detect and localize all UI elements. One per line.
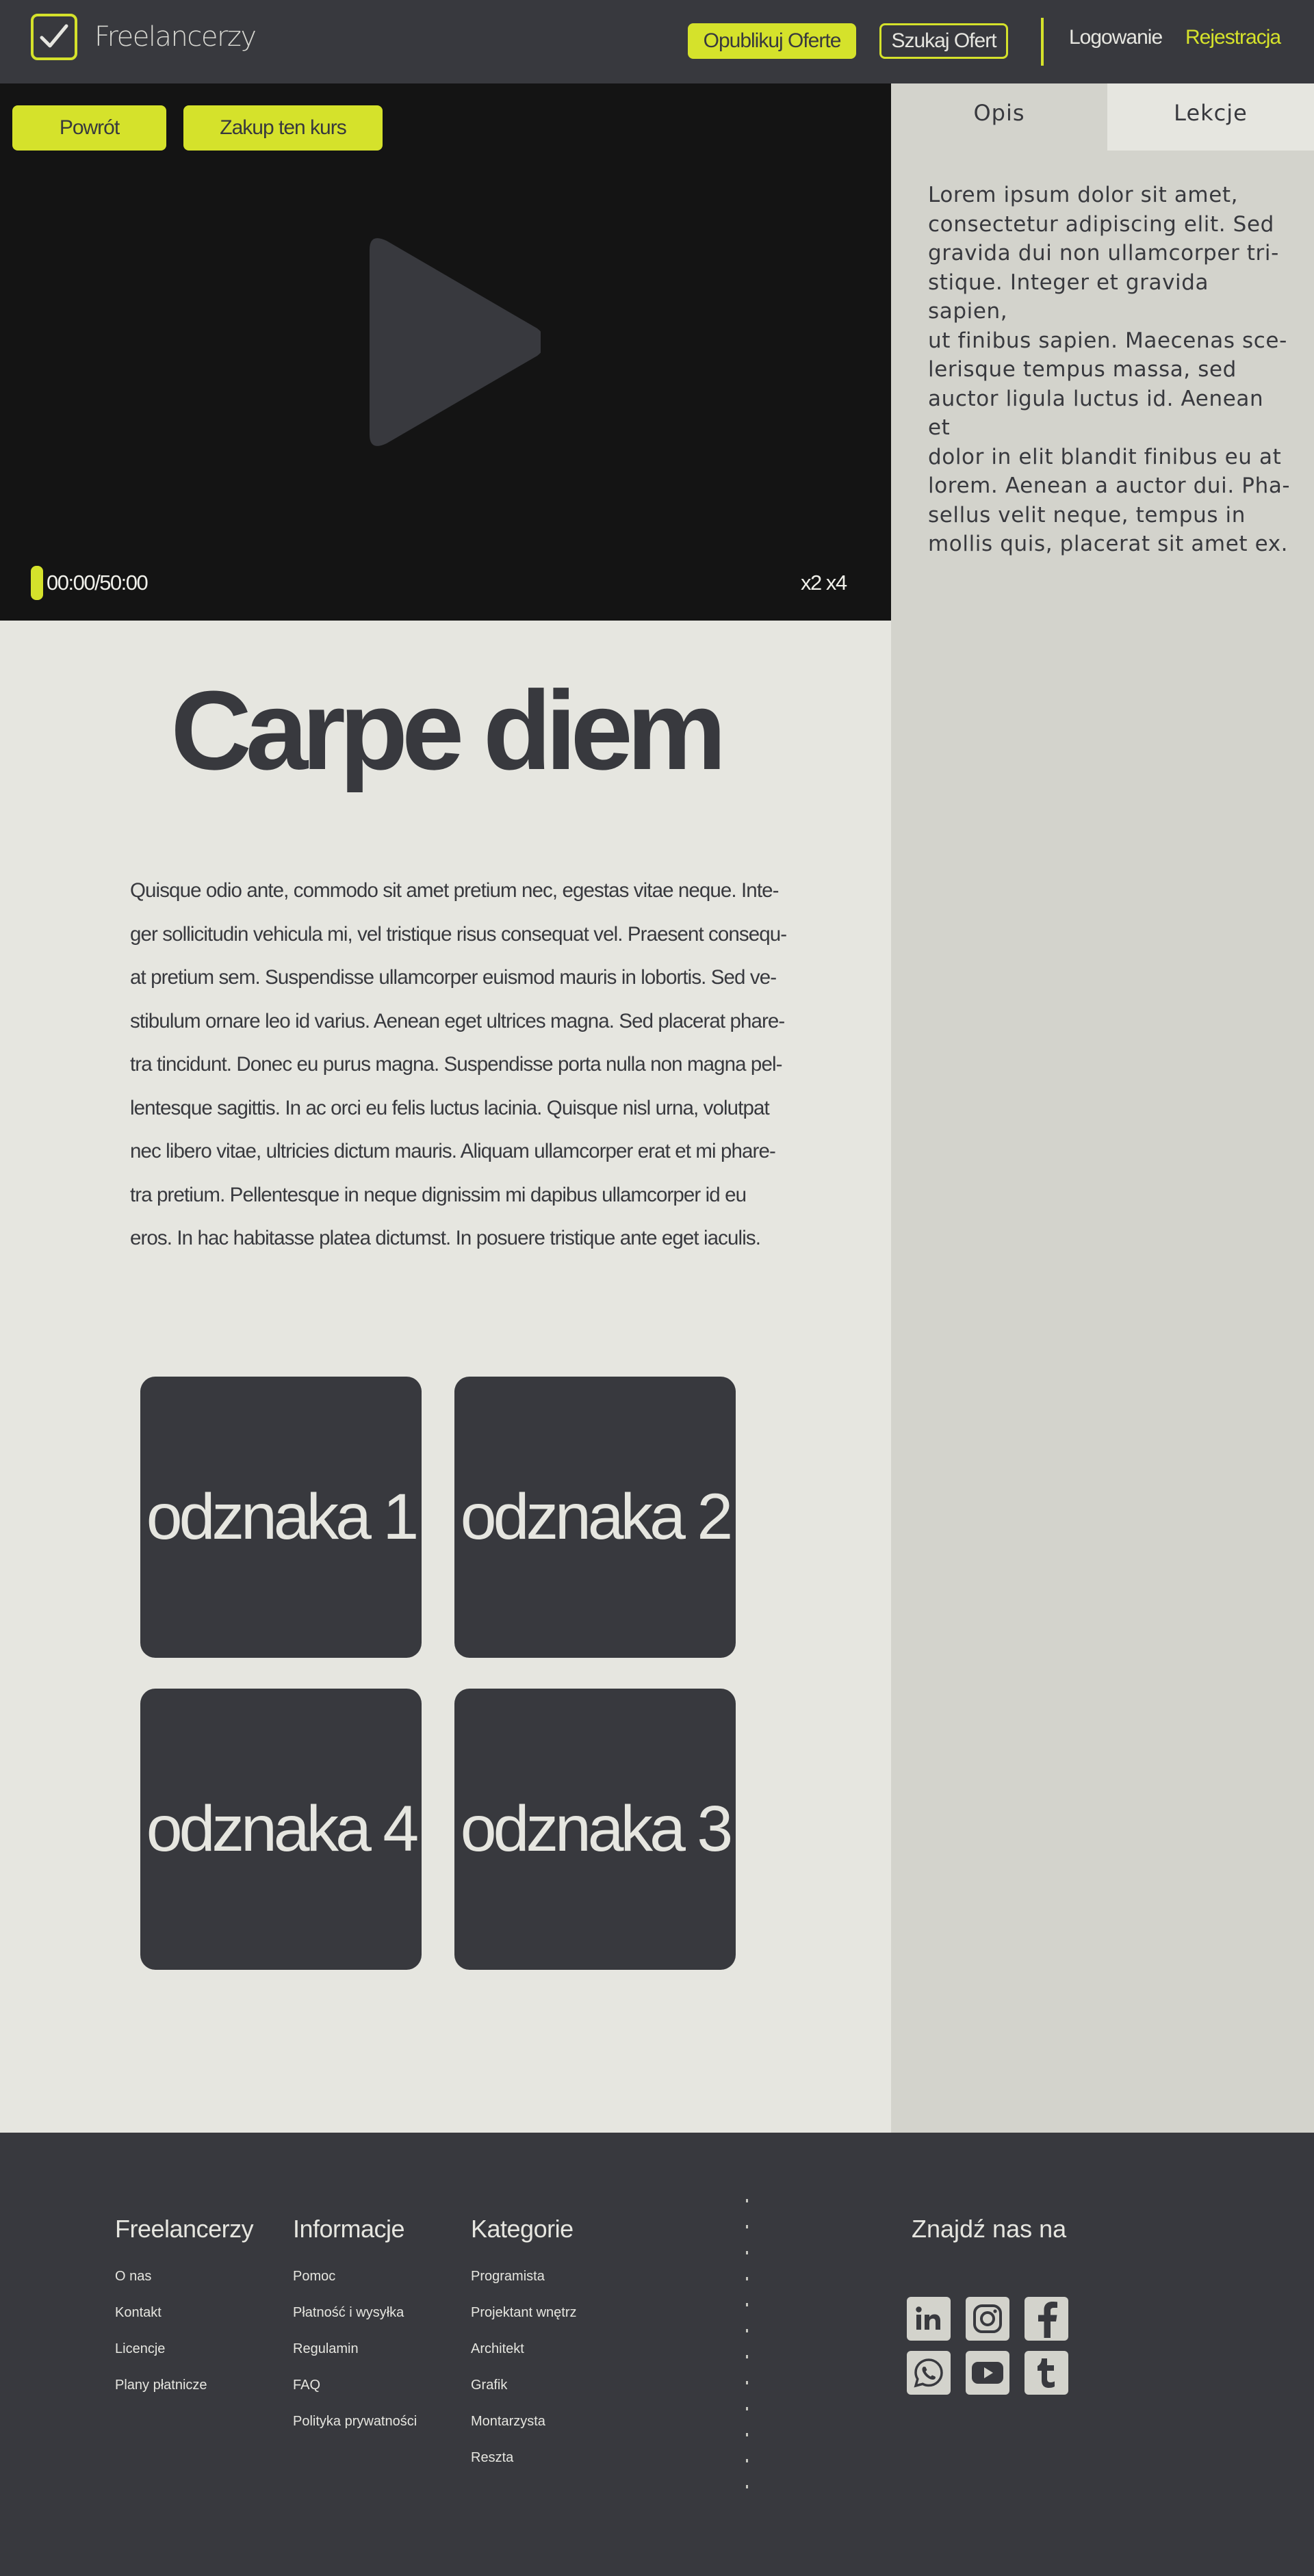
footer-link-interior-designer[interactable]: Projektant wnętrz bbox=[471, 2295, 577, 2331]
tab-description[interactable]: Opis bbox=[891, 83, 1107, 151]
footer-link-contact[interactable]: Kontakt bbox=[115, 2295, 253, 2331]
course-sidebar: Opis Lekcje Lorem ipsum dolor sit amet, … bbox=[891, 83, 1314, 2133]
footer-link-privacy[interactable]: Polityka prywatności bbox=[293, 2404, 417, 2440]
back-button[interactable]: Powrót bbox=[12, 105, 166, 151]
video-player[interactable]: Powrót Zakup ten kurs 00:00/50:00 x2 x4 bbox=[0, 83, 891, 621]
find-us-heading: Znajdź nas na bbox=[912, 2215, 1067, 2243]
footer-link-programmer[interactable]: Programista bbox=[471, 2259, 577, 2295]
youtube-icon[interactable] bbox=[966, 2351, 1009, 2395]
footer-link-about[interactable]: O nas bbox=[115, 2259, 253, 2295]
search-offers-button[interactable]: Szukaj Ofert bbox=[879, 23, 1008, 59]
whatsapp-icon[interactable] bbox=[907, 2351, 951, 2395]
footer: Freelancerzy O nas Kontakt Licencje Plan… bbox=[0, 2133, 1314, 2576]
footer-column-info: Informacje Pomoc Płatność i wysyłka Regu… bbox=[293, 2215, 417, 2440]
badge-1[interactable]: odznaka 1 bbox=[140, 1377, 422, 1658]
footer-link-graphic[interactable]: Grafik bbox=[471, 2367, 577, 2404]
footer-heading: Freelancerzy bbox=[115, 2215, 254, 2243]
footer-link-plans[interactable]: Plany płatnicze bbox=[115, 2367, 253, 2404]
footer-heading: Informacje bbox=[293, 2215, 405, 2243]
footer-column-company: Freelancerzy O nas Kontakt Licencje Plan… bbox=[115, 2215, 254, 2404]
nav-divider bbox=[1041, 18, 1044, 66]
linkedin-icon[interactable] bbox=[907, 2297, 951, 2341]
footer-link-terms[interactable]: Regulamin bbox=[293, 2331, 417, 2367]
badge-3[interactable]: odznaka 3 bbox=[454, 1689, 736, 1970]
tumblr-icon[interactable] bbox=[1025, 2351, 1068, 2395]
course-body-text: Quisque odio ante, commodo sit amet pret… bbox=[130, 879, 787, 1249]
footer-heading: Kategorie bbox=[471, 2215, 574, 2243]
buy-course-button[interactable]: Zakup ten kurs bbox=[183, 105, 383, 151]
navbar: Freelancerzy Opublikuj Oferte Szukaj Ofe… bbox=[0, 0, 1314, 83]
playback-speed-options[interactable]: x2 x4 bbox=[801, 571, 847, 595]
footer-link-payment[interactable]: Płatność i wysyłka bbox=[293, 2295, 417, 2331]
tab-lessons[interactable]: Lekcje bbox=[1107, 83, 1314, 151]
footer-link-help[interactable]: Pomoc bbox=[293, 2259, 417, 2295]
footer-link-architect[interactable]: Architekt bbox=[471, 2331, 577, 2367]
badge-2[interactable]: odznaka 2 bbox=[454, 1377, 736, 1658]
publish-offer-button[interactable]: Opublikuj Oferte bbox=[688, 23, 856, 59]
course-description: Lorem ipsum dolor sit amet, consectetur … bbox=[928, 183, 1291, 556]
badge-4[interactable]: odznaka 4 bbox=[140, 1689, 422, 1970]
facebook-icon[interactable] bbox=[1025, 2297, 1068, 2341]
login-link[interactable]: Logowanie bbox=[1069, 26, 1163, 49]
instagram-icon[interactable] bbox=[966, 2297, 1009, 2341]
page-title: Carpe diem bbox=[170, 668, 726, 793]
footer-divider bbox=[746, 2199, 750, 2493]
logo-check-icon[interactable] bbox=[31, 14, 77, 60]
footer-link-editor[interactable]: Montarzysta bbox=[471, 2404, 577, 2440]
footer-column-categories: Kategorie Programista Projektant wnętrz … bbox=[471, 2215, 577, 2476]
footer-link-other[interactable]: Reszta bbox=[471, 2440, 577, 2476]
progress-bar-handle[interactable] bbox=[31, 566, 43, 600]
brand-name[interactable]: Freelancerzy bbox=[94, 21, 257, 53]
footer-link-faq[interactable]: FAQ bbox=[293, 2367, 417, 2404]
footer-link-licenses[interactable]: Licencje bbox=[115, 2331, 253, 2367]
video-time: 00:00/50:00 bbox=[47, 571, 149, 595]
play-icon[interactable] bbox=[349, 233, 546, 455]
register-link[interactable]: Rejestracja bbox=[1185, 26, 1281, 49]
